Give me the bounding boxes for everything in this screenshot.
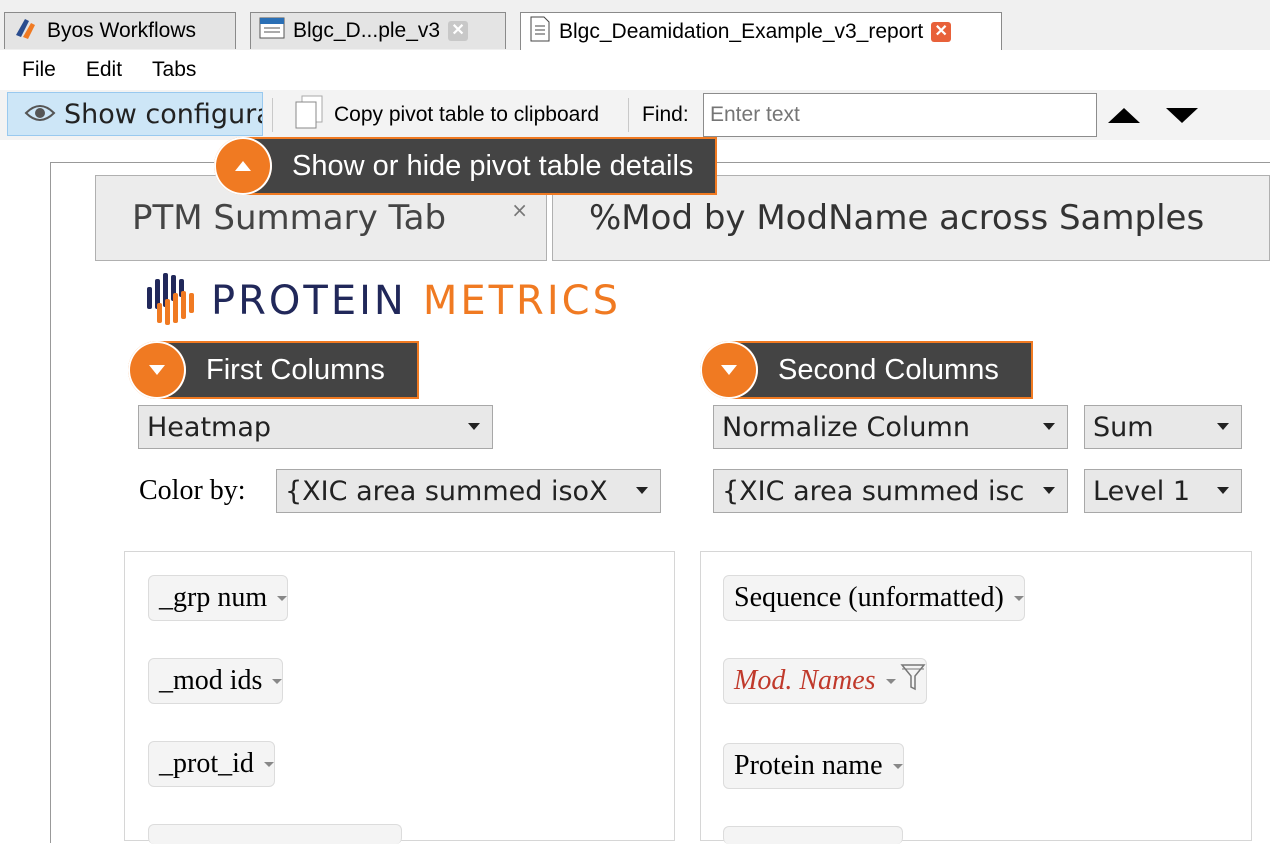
field-pill[interactable]: _prot_id	[148, 741, 275, 787]
dropdown-arrow-icon	[636, 487, 648, 494]
menu-file[interactable]: File	[22, 58, 56, 82]
field-pill[interactable]	[723, 826, 903, 844]
tab-label: PTM Summary Tab	[132, 198, 447, 238]
chevron-down-icon	[1013, 595, 1024, 601]
window-tab-strip: Byos Workflows Blgc_D...ple_v3 ✕ Blgc_De…	[0, 0, 1270, 51]
document-grid-icon	[259, 17, 285, 45]
chevron-down-icon	[885, 678, 896, 684]
copy-icon	[294, 94, 324, 136]
chevron-down-icon	[272, 678, 283, 684]
find-next-icon[interactable]	[1166, 108, 1198, 123]
toolbar-separator	[272, 98, 273, 132]
field-pill[interactable]: Sequence (unformatted)	[723, 575, 1025, 621]
find-input[interactable]	[703, 93, 1097, 137]
tab-label: %Mod by ModName across Samples	[589, 198, 1205, 238]
dropdown-arrow-icon	[1043, 487, 1055, 494]
pivot-details-toggle[interactable]: Show or hide pivot table details	[214, 135, 718, 197]
tab-label: Blgc_Deamidation_Example_v3_report	[559, 20, 924, 43]
protein-metrics-mark-icon	[143, 269, 201, 334]
protein-metrics-logo: PROTEIN METRICS	[143, 270, 621, 332]
dropdown-arrow-icon	[1217, 487, 1229, 494]
level-select[interactable]: Level 1	[1084, 469, 1242, 513]
expand-down-icon	[700, 341, 758, 399]
menu-tabs[interactable]: Tabs	[152, 58, 196, 82]
field-pill[interactable]: _mod ids	[148, 658, 284, 704]
close-icon[interactable]: ×	[511, 198, 528, 222]
report-document-icon	[529, 16, 551, 48]
chevron-down-icon	[263, 761, 274, 767]
first-columns-header[interactable]: First Columns	[128, 339, 419, 401]
close-icon[interactable]: ✕	[448, 21, 469, 41]
field-pill[interactable]: _grp num	[148, 575, 289, 621]
close-icon[interactable]: ✕	[931, 22, 952, 42]
dropdown-arrow-icon	[1217, 423, 1229, 430]
chevron-down-icon	[277, 595, 288, 601]
aggregator-select[interactable]: Sum	[1084, 405, 1242, 449]
renderer-select[interactable]: Heatmap	[138, 405, 493, 449]
dropdown-arrow-icon	[1043, 423, 1055, 430]
eye-icon	[24, 99, 56, 130]
tab-label: Byos Workflows	[47, 19, 196, 42]
copy-pivot-table-button[interactable]: Copy pivot table to clipboard	[290, 92, 599, 138]
second-columns-header[interactable]: Second Columns	[700, 339, 1033, 401]
tab-byos-workflows[interactable]: Byos Workflows	[4, 12, 236, 49]
dropdown-arrow-icon	[468, 423, 480, 430]
tab-blgc-sample[interactable]: Blgc_D...ple_v3 ✕	[250, 12, 506, 49]
show-configuration-button[interactable]: Show configuration	[7, 92, 263, 136]
expand-down-icon	[128, 341, 186, 399]
toolbar-separator	[628, 98, 629, 132]
tab-blgc-report[interactable]: Blgc_Deamidation_Example_v3_report ✕	[520, 12, 1002, 51]
normalize-select[interactable]: Normalize Column	[713, 405, 1068, 449]
value-select[interactable]: {XIC area summed isc	[713, 469, 1068, 513]
field-pill-filtered[interactable]: Mod. Names	[723, 658, 927, 704]
find-label: Find:	[642, 103, 689, 126]
chevron-down-icon	[892, 763, 903, 769]
find-previous-icon[interactable]	[1108, 108, 1140, 123]
color-by-select[interactable]: {XIC area summed isoX	[276, 469, 661, 513]
toolbar: Show configuration Copy pivot table to c…	[0, 90, 1270, 140]
byos-logo-icon	[13, 15, 39, 47]
menu-bar: File Edit Tabs	[0, 50, 1270, 90]
tab-label: Blgc_D...ple_v3	[293, 19, 441, 42]
filter-icon[interactable]	[899, 662, 926, 700]
menu-edit[interactable]: Edit	[86, 58, 122, 82]
pivot-details-label: Show or hide pivot table details	[244, 137, 718, 195]
field-pill[interactable]	[148, 824, 402, 844]
color-by-label: Color by:	[139, 475, 246, 506]
field-pill[interactable]: Protein name	[723, 743, 904, 789]
collapse-up-icon	[214, 137, 272, 195]
